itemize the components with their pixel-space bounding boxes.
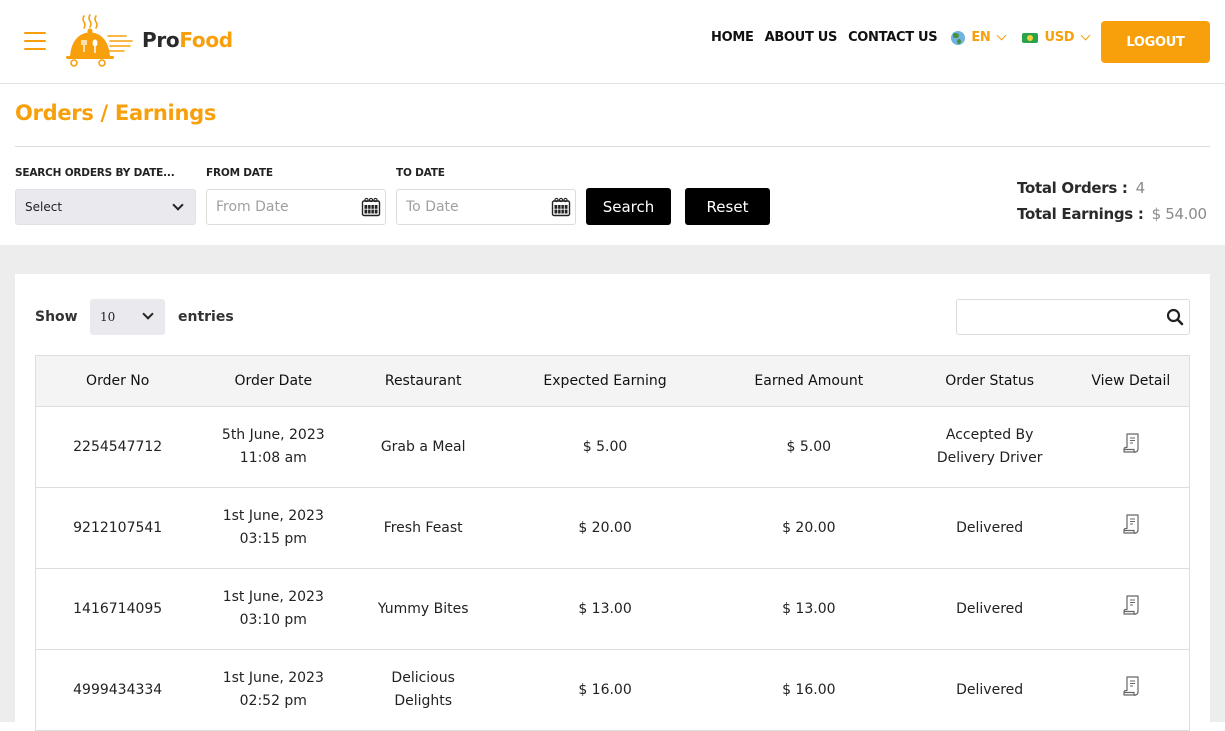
top-header: ProFood HOME ABOUT US CONTACT US EN USD … xyxy=(0,0,1225,84)
table-search-input[interactable] xyxy=(956,299,1190,335)
column-header-view-detail: View Detail xyxy=(1072,355,1190,407)
chevron-down-icon xyxy=(997,30,1007,41)
calendar-icon[interactable] xyxy=(551,197,571,217)
expected-earning: $ 20.00 xyxy=(499,487,711,569)
order-status: Accepted By Delivery Driver xyxy=(906,406,1073,488)
order-date-day: 1st June, 2023 xyxy=(222,670,324,686)
order-no: 2254547712 xyxy=(35,406,200,488)
show-label: Show xyxy=(35,309,78,325)
order-date-time: 03:10 pm xyxy=(239,612,307,628)
search-by-date-select[interactable]: Select xyxy=(15,189,196,225)
search-by-date-value: Select xyxy=(25,200,63,214)
total-earnings-value: $ 54.00 xyxy=(1151,205,1207,223)
main-nav: HOME ABOUT US CONTACT US EN USD xyxy=(711,30,1103,45)
order-date-day: 5th June, 2023 xyxy=(221,427,325,443)
restaurant: Yummy Bites xyxy=(347,568,500,650)
from-date-input[interactable] xyxy=(206,189,386,225)
food-cart-logo-icon xyxy=(66,14,133,67)
table-row: 4999434334 1st June, 2023 02:52 pm Delici… xyxy=(35,649,1190,731)
receipt-icon[interactable] xyxy=(1121,432,1141,454)
search-button[interactable]: Search xyxy=(586,188,671,225)
order-status: Delivered xyxy=(906,568,1073,650)
view-detail-cell xyxy=(1072,487,1190,569)
earned-amount: $ 20.00 xyxy=(710,487,907,569)
order-no: 9212107541 xyxy=(35,487,200,569)
order-date: 1st June, 2023 02:52 pm xyxy=(199,649,348,731)
table-row: 2254547712 5th June, 2023 11:08 am Grab a… xyxy=(35,406,1190,488)
receipt-icon[interactable] xyxy=(1121,513,1141,535)
search-by-date-label: SEARCH ORDERS BY DATE... xyxy=(15,167,175,179)
earned-amount: $ 16.00 xyxy=(710,649,907,731)
nav-home[interactable]: HOME xyxy=(711,30,754,45)
earned-amount: $ 13.00 xyxy=(710,568,907,650)
currency-dropdown[interactable]: USD xyxy=(1022,30,1091,45)
total-earnings: Total Earnings : $ 54.00 xyxy=(1017,205,1207,223)
to-date-label: TO DATE xyxy=(396,167,445,179)
earned-amount: $ 5.00 xyxy=(710,406,907,488)
expected-earning: $ 16.00 xyxy=(499,649,711,731)
view-detail-cell xyxy=(1072,568,1190,650)
receipt-icon[interactable] xyxy=(1121,594,1141,616)
order-date-time: 11:08 am xyxy=(239,450,307,466)
column-header-order-date[interactable]: Order Date xyxy=(199,355,348,407)
column-header-earned-amount[interactable]: Earned Amount xyxy=(710,355,907,407)
order-no: 1416714095 xyxy=(35,568,200,650)
brand-logo[interactable]: ProFood xyxy=(62,12,233,68)
view-detail-cell xyxy=(1072,406,1190,488)
expected-earning: $ 13.00 xyxy=(499,568,711,650)
order-date-time: 03:15 pm xyxy=(239,531,307,547)
order-date: 5th June, 2023 11:08 am xyxy=(199,406,348,488)
reset-button[interactable]: Reset xyxy=(685,188,770,225)
order-status: Delivered xyxy=(906,487,1073,569)
divider xyxy=(15,146,1210,147)
order-date-time: 02:52 pm xyxy=(239,693,307,709)
entries-per-page-select[interactable]: 10 xyxy=(90,299,165,335)
table-row: 1416714095 1st June, 2023 03:10 pm Yummy … xyxy=(35,568,1190,650)
chevron-down-icon xyxy=(142,308,154,320)
hamburger-menu-icon[interactable] xyxy=(24,32,46,50)
column-header-expected-earning[interactable]: Expected Earning xyxy=(499,355,711,407)
total-orders-label: Total Orders : xyxy=(1017,179,1128,197)
table-row: 9212107541 1st June, 2023 03:15 pm Fresh … xyxy=(35,487,1190,569)
receipt-icon[interactable] xyxy=(1121,675,1141,697)
order-date: 1st June, 2023 03:15 pm xyxy=(199,487,348,569)
table-header-row: Order No Order Date Restaurant Expected … xyxy=(35,355,1190,407)
language-label: EN xyxy=(971,30,991,45)
from-date-label: FROM DATE xyxy=(206,167,273,179)
order-status: Delivered xyxy=(906,649,1073,731)
currency-label: USD xyxy=(1044,30,1075,45)
page-title: Orders / Earnings xyxy=(15,101,217,125)
restaurant: Delicious Delights xyxy=(347,649,500,731)
total-orders: Total Orders : 4 xyxy=(1017,179,1145,197)
total-earnings-label: Total Earnings : xyxy=(1017,205,1144,223)
restaurant: Grab a Meal xyxy=(347,406,500,488)
chevron-down-icon xyxy=(172,199,184,211)
column-header-order-no[interactable]: Order No xyxy=(35,355,200,407)
calendar-icon[interactable] xyxy=(361,197,381,217)
money-icon xyxy=(1022,32,1039,43)
nav-contact-us[interactable]: CONTACT US xyxy=(848,30,938,45)
entries-value: 10 xyxy=(100,310,116,324)
language-dropdown[interactable]: EN xyxy=(951,30,1007,45)
globe-icon xyxy=(951,30,966,45)
order-date-day: 1st June, 2023 xyxy=(222,589,324,605)
column-header-restaurant[interactable]: Restaurant xyxy=(347,355,500,407)
nav-about-us[interactable]: ABOUT US xyxy=(765,30,838,45)
view-detail-cell xyxy=(1072,649,1190,731)
orders-table: Order No Order Date Restaurant Expected … xyxy=(35,355,1190,731)
entries-label: entries xyxy=(178,309,234,325)
column-header-order-status[interactable]: Order Status xyxy=(906,355,1073,407)
expected-earning: $ 5.00 xyxy=(499,406,711,488)
to-date-input[interactable] xyxy=(396,189,576,225)
logout-button[interactable]: LOGOUT xyxy=(1101,21,1210,63)
brand-name: ProFood xyxy=(142,28,233,52)
total-orders-value: 4 xyxy=(1135,179,1146,197)
order-date: 1st June, 2023 03:10 pm xyxy=(199,568,348,650)
order-no: 4999434334 xyxy=(35,649,200,731)
search-icon[interactable] xyxy=(1166,308,1184,326)
order-date-day: 1st June, 2023 xyxy=(222,508,324,524)
chevron-down-icon xyxy=(1080,30,1091,41)
restaurant: Fresh Feast xyxy=(347,487,500,569)
